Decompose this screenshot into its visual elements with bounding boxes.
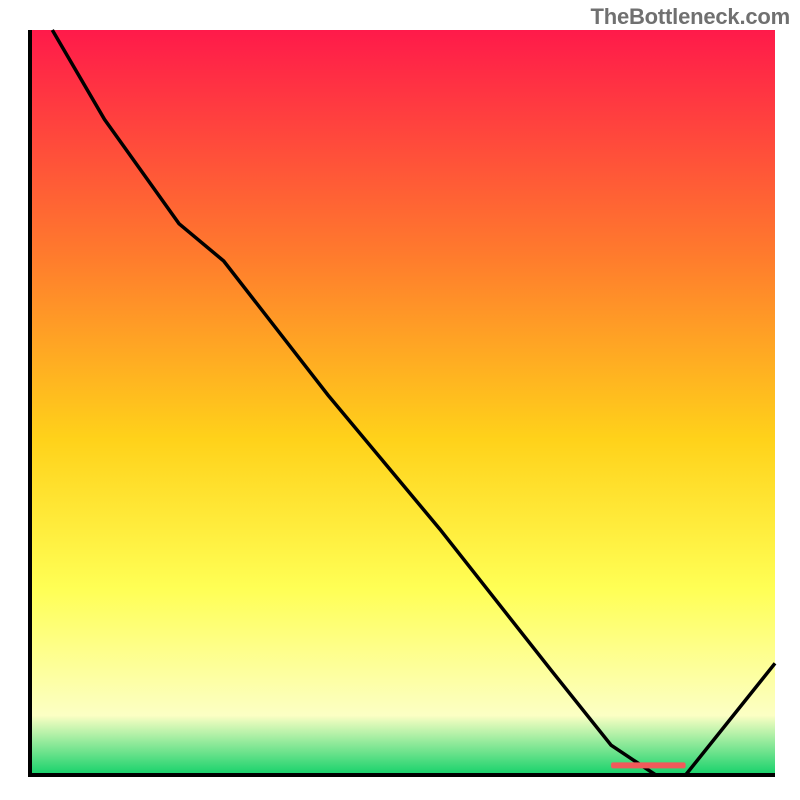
optimum-marker bbox=[611, 762, 686, 768]
plot-background bbox=[30, 30, 775, 775]
chart-svg bbox=[0, 0, 800, 800]
watermark-label: TheBottleneck.com bbox=[590, 4, 790, 30]
bottleneck-chart: TheBottleneck.com bbox=[0, 0, 800, 800]
